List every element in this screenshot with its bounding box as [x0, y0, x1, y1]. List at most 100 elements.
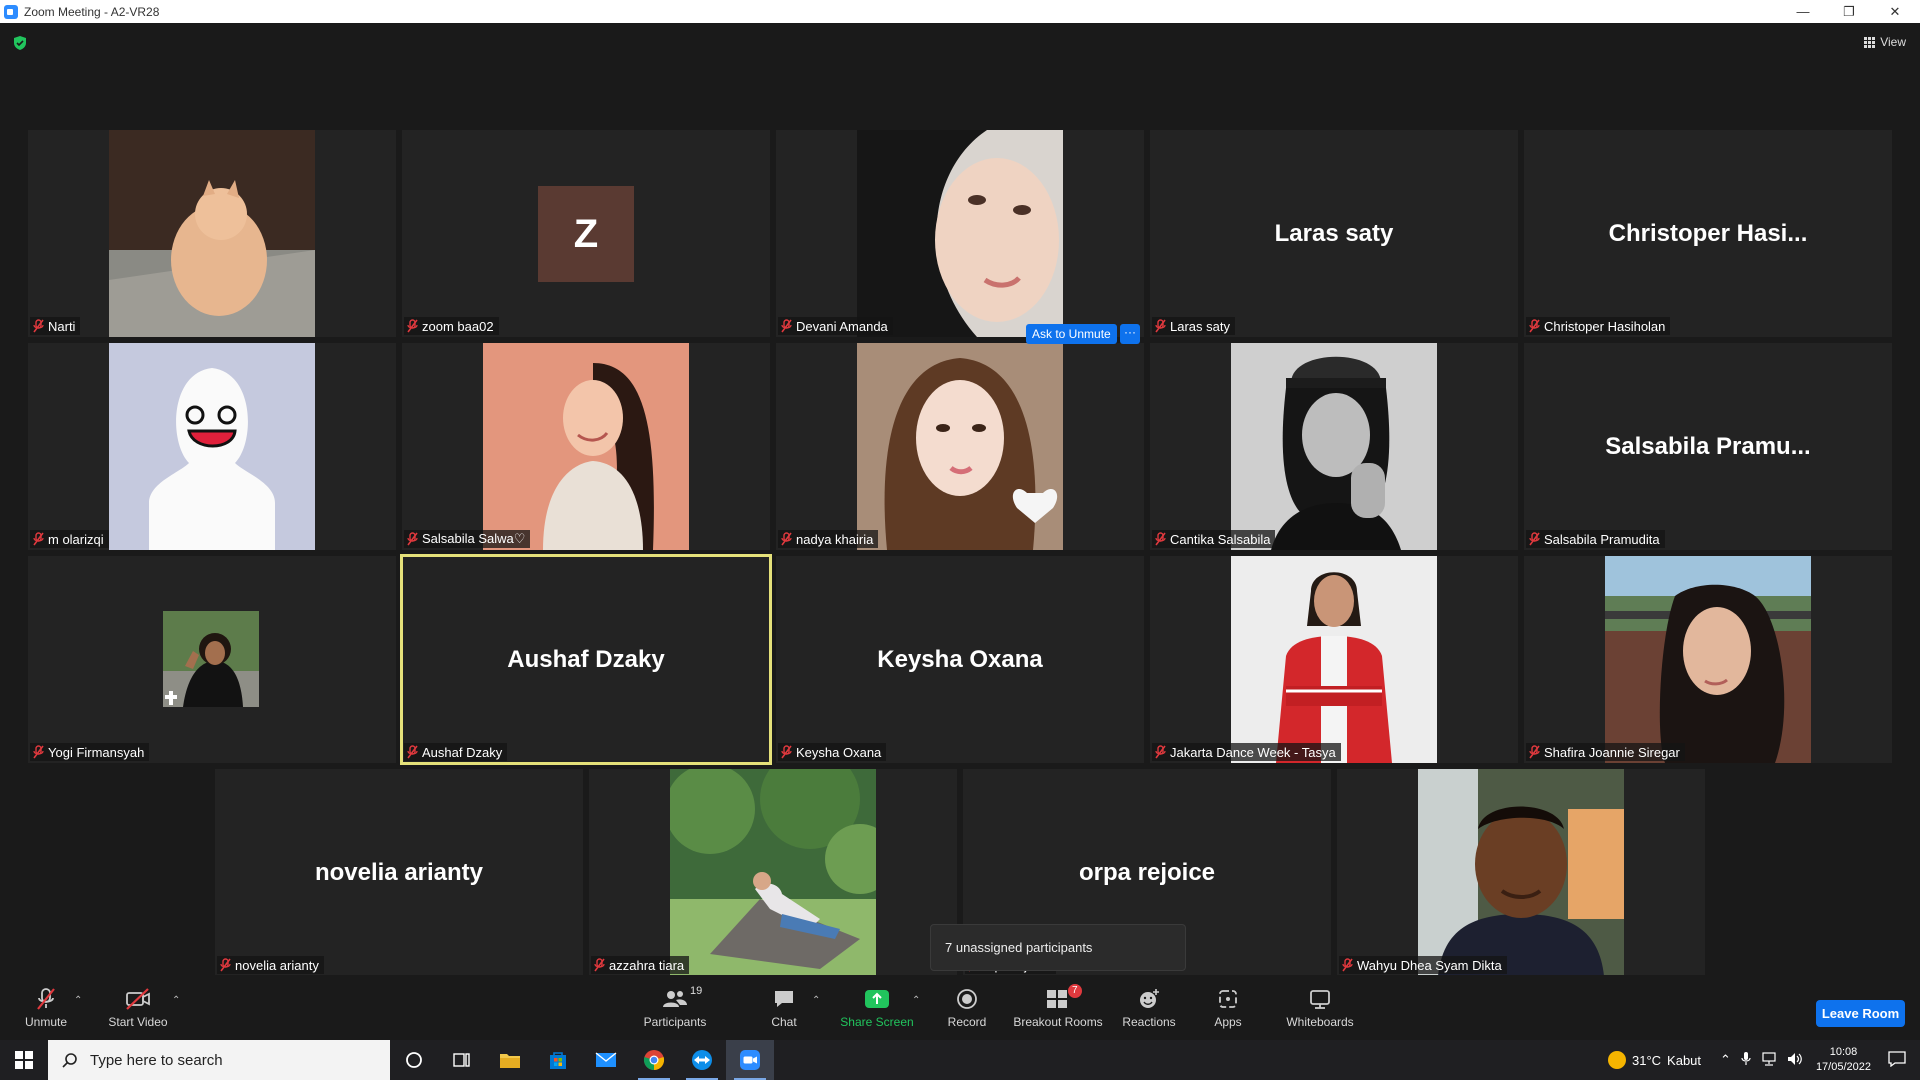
- participant-tile[interactable]: Salsabila Pramu... Salsabila Pramudita: [1524, 343, 1892, 550]
- share-screen-button[interactable]: Share Screen: [840, 975, 914, 1040]
- weather-widget[interactable]: 31°C Kabut: [1608, 1051, 1701, 1069]
- participants-button[interactable]: 19 Participants: [640, 975, 710, 1040]
- participant-tile[interactable]: Aushaf Dzaky Aushaf Dzaky: [400, 554, 772, 765]
- participant-tile[interactable]: nadya khairia: [776, 343, 1144, 550]
- participant-name: Keysha Oxana: [796, 744, 882, 760]
- view-button[interactable]: View: [1864, 35, 1906, 49]
- windows-start-button[interactable]: [0, 1040, 48, 1080]
- participant-display-name: novelia arianty: [314, 858, 484, 886]
- share-screen-icon: [864, 987, 890, 1011]
- minimize-icon[interactable]: —: [1780, 0, 1826, 23]
- chrome-button[interactable]: [630, 1040, 678, 1080]
- close-icon[interactable]: ✕: [1872, 0, 1918, 23]
- meeting-toolbar: Unmute ⌃ Start Video ⌃ 19 Participants C…: [0, 975, 1920, 1040]
- muted-mic-icon: [1529, 532, 1540, 546]
- participant-name-label: Keysha Oxana: [778, 743, 887, 761]
- participant-name: Salsabila Salwa♡: [422, 531, 526, 546]
- participant-tile[interactable]: m olarizqi: [28, 343, 396, 550]
- participant-tile[interactable]: novelia arianty novelia arianty: [215, 769, 583, 976]
- reactions-button[interactable]: Reactions: [1118, 975, 1180, 1040]
- participant-name: m olarizqi: [48, 531, 104, 547]
- participant-name-label: Aushaf Dzaky: [404, 743, 508, 761]
- task-view-button[interactable]: [438, 1040, 486, 1080]
- whiteboards-button[interactable]: Whiteboards: [1282, 975, 1358, 1040]
- participant-tile[interactable]: Wahyu Dhea Syam Dikta: [1337, 769, 1705, 976]
- unmute-button[interactable]: Unmute: [18, 975, 74, 1040]
- participant-name: Cantika Salsabila: [1170, 531, 1271, 547]
- participant-avatar: Z: [538, 186, 634, 282]
- teamviewer-icon: [692, 1050, 712, 1070]
- participant-tile[interactable]: Cantika Salsabila: [1150, 343, 1518, 550]
- task-view-icon: [453, 1053, 470, 1067]
- zoom-icon: [740, 1050, 760, 1070]
- audio-options-chevron-icon[interactable]: ⌃: [74, 995, 82, 1006]
- share-options-chevron-icon[interactable]: ⌃: [912, 995, 920, 1006]
- participant-name: Laras saty: [1170, 318, 1230, 334]
- volume-icon[interactable]: [1787, 1052, 1803, 1069]
- muted-mic-icon: [407, 319, 418, 333]
- zoom-app-icon: [4, 4, 18, 19]
- start-video-button[interactable]: Start Video: [106, 975, 170, 1040]
- leave-room-button[interactable]: Leave Room: [1816, 1000, 1905, 1027]
- muted-microphone-icon: [35, 987, 57, 1011]
- microsoft-store-button[interactable]: [534, 1040, 582, 1080]
- participant-tile[interactable]: Laras saty Laras saty: [1150, 130, 1518, 337]
- mail-button[interactable]: [582, 1040, 630, 1080]
- weather-desc: Kabut: [1667, 1052, 1702, 1068]
- participant-name: Christoper Hasiholan: [1544, 318, 1666, 334]
- participant-tile[interactable]: Jakarta Dance Week - Tasya: [1150, 556, 1518, 763]
- chat-options-chevron-icon[interactable]: ⌃: [812, 995, 820, 1006]
- participant-name: Wahyu Dhea Syam Dikta: [1357, 957, 1502, 973]
- teamviewer-button[interactable]: [678, 1040, 726, 1080]
- ask-to-unmute-button[interactable]: Ask to Unmute: [1026, 324, 1117, 344]
- breakout-rooms-button[interactable]: 7 Breakout Rooms: [1012, 975, 1104, 1040]
- participant-tile[interactable]: Devani Amanda: [776, 130, 1144, 337]
- more-options-button[interactable]: ···: [1120, 324, 1140, 344]
- taskbar-search-box[interactable]: Type here to search: [48, 1040, 390, 1080]
- participant-tile[interactable]: azzahra tiara: [589, 769, 957, 976]
- participant-name: zoom baa02: [422, 318, 494, 334]
- reactions-label: Reactions: [1122, 1014, 1176, 1029]
- encryption-shield-icon[interactable]: [12, 35, 28, 51]
- chrome-icon: [643, 1050, 665, 1071]
- participant-tile[interactable]: Keysha Oxana Keysha Oxana: [776, 556, 1144, 763]
- video-options-chevron-icon[interactable]: ⌃: [172, 995, 180, 1006]
- microphone-tray-icon[interactable]: [1741, 1051, 1751, 1069]
- participant-display-name: Salsabila Pramu...: [1605, 432, 1811, 460]
- participant-tile[interactable]: Salsabila Salwa♡: [402, 343, 770, 550]
- breakout-rooms-badge: 7: [1068, 983, 1082, 998]
- weather-sun-icon: [1608, 1051, 1626, 1069]
- record-icon: [956, 987, 978, 1011]
- participant-tile[interactable]: Yogi Firmansyah: [28, 556, 396, 763]
- record-button[interactable]: Record: [940, 975, 994, 1040]
- taskbar-clock[interactable]: 10:08 17/05/2022: [1816, 1045, 1871, 1075]
- unmute-label: Unmute: [24, 1014, 68, 1029]
- restore-icon[interactable]: ❐: [1826, 0, 1872, 23]
- participant-name: Shafira Joannie Siregar: [1544, 744, 1680, 760]
- participant-name-label: Wahyu Dhea Syam Dikta: [1339, 956, 1507, 974]
- clock-date: 17/05/2022: [1815, 1061, 1871, 1073]
- participant-name: Salsabila Pramudita: [1544, 531, 1660, 547]
- participant-name: Narti: [48, 318, 76, 334]
- apps-button[interactable]: Apps: [1208, 975, 1248, 1040]
- muted-mic-icon: [1155, 745, 1166, 759]
- participant-name-label: Salsabila Pramudita: [1526, 530, 1665, 548]
- participant-tile[interactable]: Zzoom baa02: [402, 130, 770, 337]
- tray-chevron-up-icon[interactable]: ⌃: [1720, 1052, 1731, 1068]
- zoom-taskbar-button[interactable]: [726, 1040, 774, 1080]
- participant-name: Jakarta Dance Week - Tasya: [1170, 744, 1336, 760]
- file-explorer-button[interactable]: [486, 1040, 534, 1080]
- participant-tile[interactable]: Christoper Hasi... Christoper Hasiholan: [1524, 130, 1892, 337]
- notification-center-icon[interactable]: [1888, 1050, 1906, 1070]
- chat-button[interactable]: Chat: [760, 975, 808, 1040]
- clock-time: 10:08: [1829, 1046, 1858, 1058]
- network-icon[interactable]: [1761, 1051, 1777, 1069]
- participant-tile[interactable]: Shafira Joannie Siregar: [1524, 556, 1892, 763]
- weather-temp: 31°C: [1632, 1052, 1662, 1068]
- participant-name-label: azzahra tiara: [591, 956, 690, 974]
- cortana-button[interactable]: [390, 1040, 438, 1080]
- folder-icon: [500, 1054, 520, 1068]
- participant-name-label: Cantika Salsabila: [1152, 530, 1276, 548]
- participant-display-name: Christoper Hasi...: [1608, 219, 1808, 247]
- participant-tile[interactable]: Narti: [28, 130, 396, 337]
